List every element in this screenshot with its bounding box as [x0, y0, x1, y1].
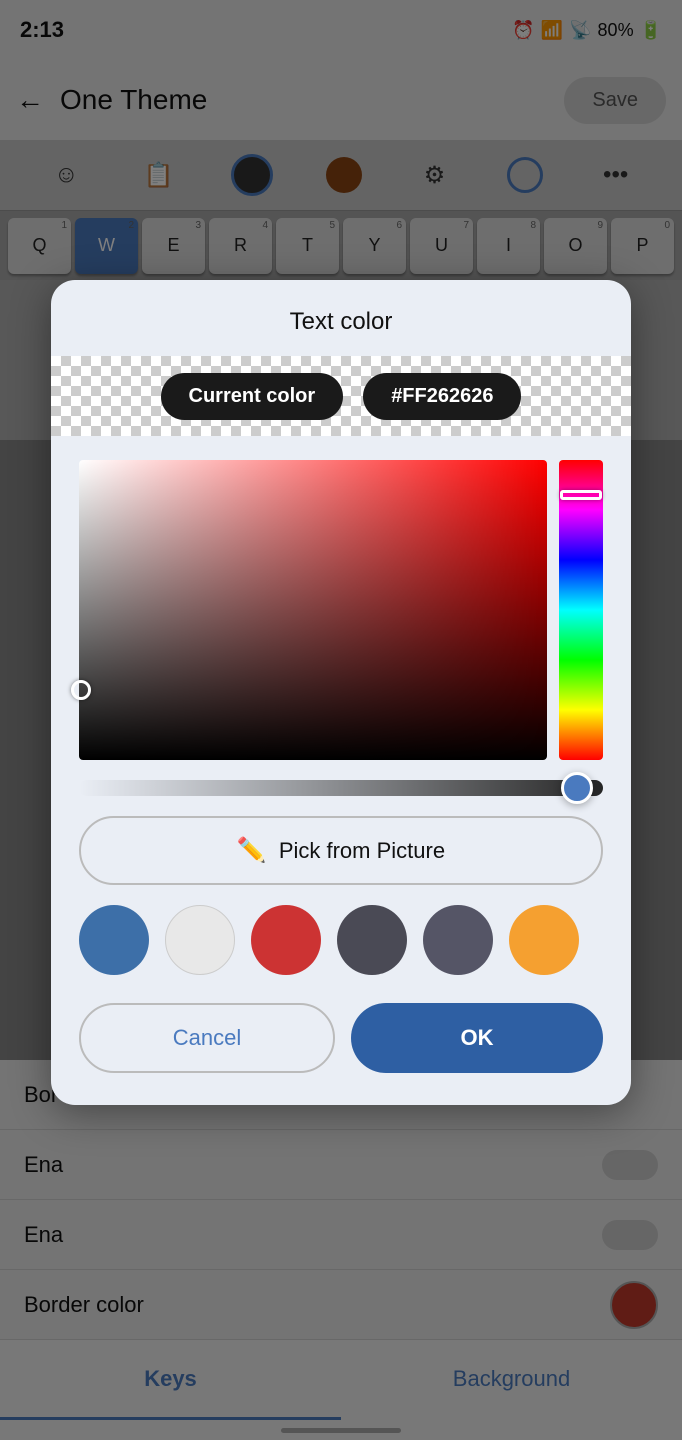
hex-value-button[interactable]: #FF262626 — [363, 373, 521, 420]
hue-slider[interactable] — [559, 460, 603, 760]
cancel-button[interactable]: Cancel — [79, 1003, 335, 1073]
color-gradient-picker[interactable] — [79, 460, 547, 760]
color-preview-area: Current color #FF262626 — [51, 356, 631, 436]
eyedropper-icon: ✏️ — [237, 836, 267, 865]
alpha-slider-track[interactable] — [79, 780, 603, 796]
swatch-white[interactable] — [165, 905, 235, 975]
dialog-title: Text color — [51, 280, 631, 356]
alpha-thumb — [561, 772, 593, 804]
swatch-blue[interactable] — [79, 905, 149, 975]
swatch-orange[interactable] — [509, 905, 579, 975]
action-buttons: Cancel OK — [51, 975, 631, 1073]
color-picker-section[interactable] — [51, 436, 631, 760]
color-swatches — [51, 885, 631, 975]
pick-from-picture-button[interactable]: ✏️ Pick from Picture — [79, 816, 603, 885]
text-color-dialog: Text color Current color #FF262626 ✏️ Pi… — [51, 280, 631, 1105]
swatch-dark-gray[interactable] — [337, 905, 407, 975]
pick-picture-label: Pick from Picture — [279, 838, 445, 864]
swatch-red[interactable] — [251, 905, 321, 975]
hue-thumb — [560, 490, 602, 500]
gradient-thumb — [71, 680, 91, 700]
ok-button[interactable]: OK — [351, 1003, 603, 1073]
alpha-section[interactable] — [51, 760, 631, 796]
current-color-button[interactable]: Current color — [161, 373, 344, 420]
swatch-gray[interactable] — [423, 905, 493, 975]
pick-picture-section: ✏️ Pick from Picture — [51, 796, 631, 885]
